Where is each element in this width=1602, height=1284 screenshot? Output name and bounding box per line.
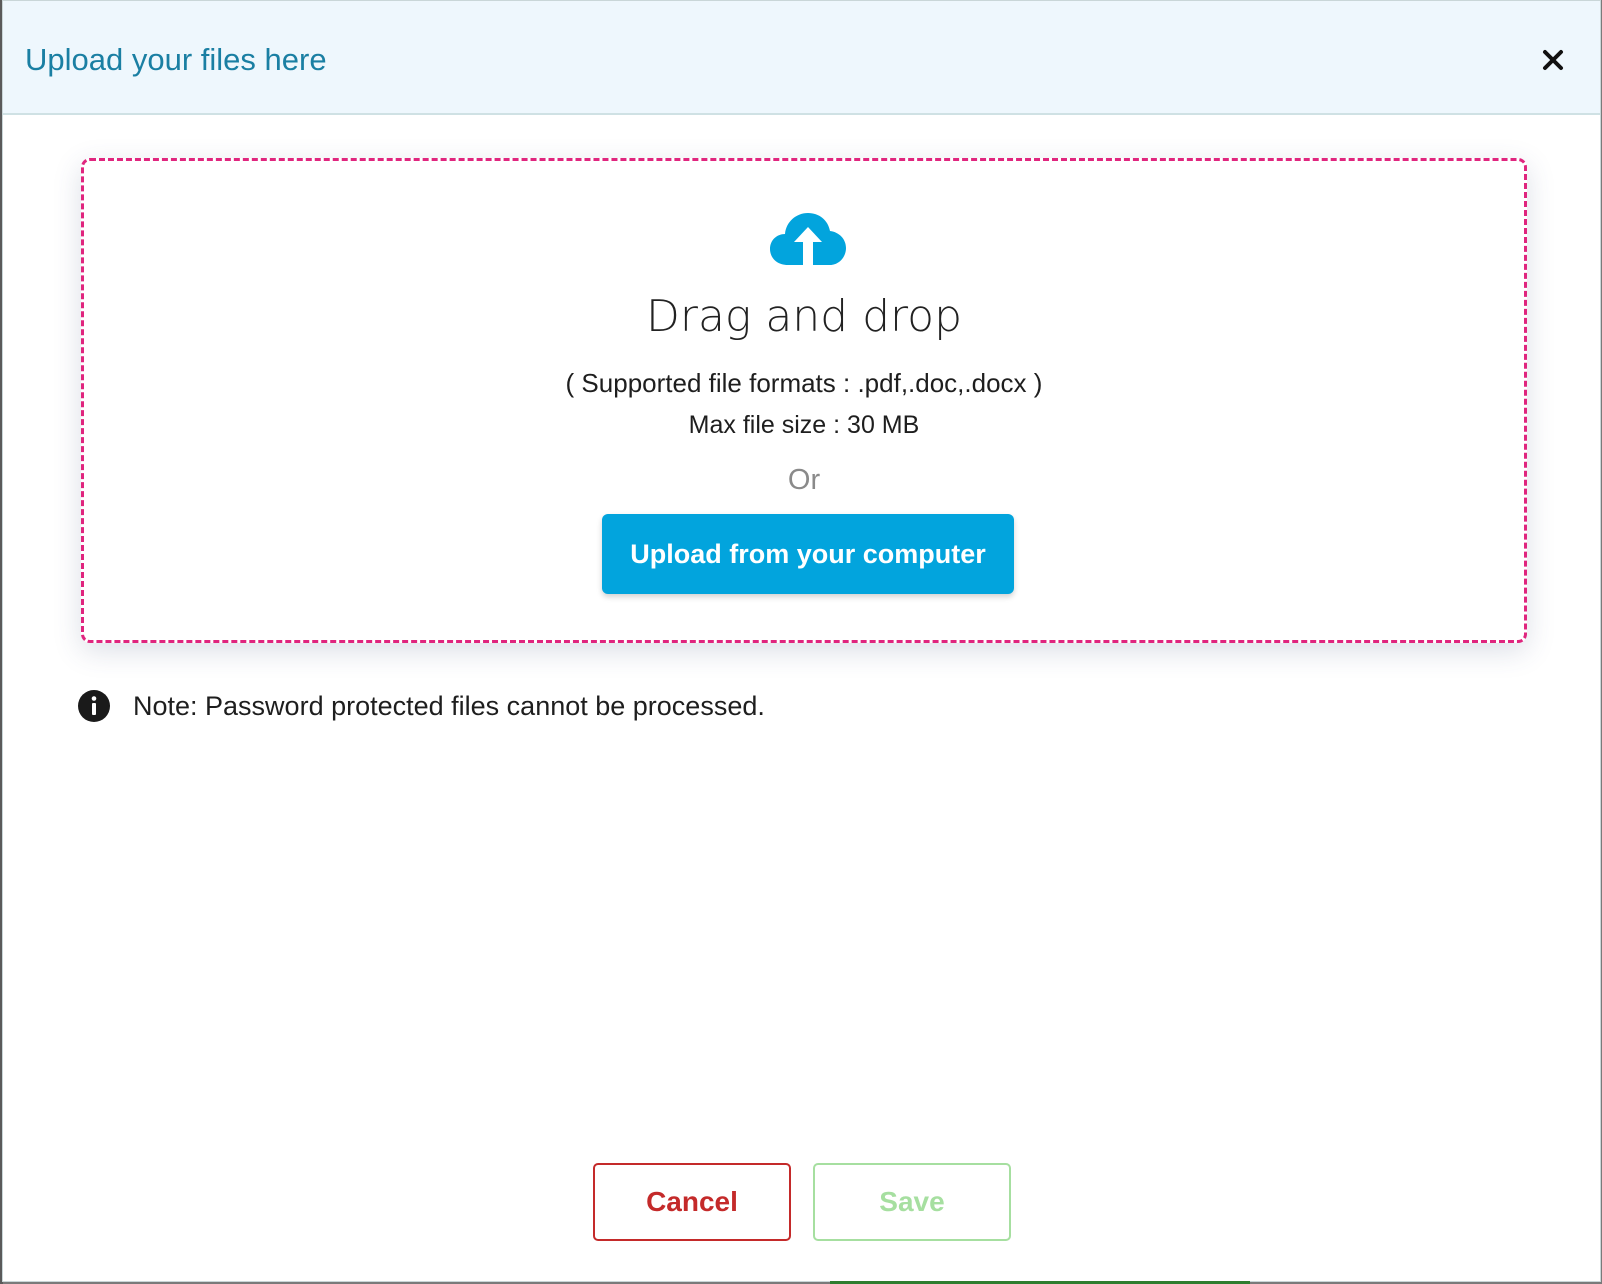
supported-formats-text: ( Supported file formats : .pdf,.doc,.do… bbox=[565, 368, 1043, 398]
max-file-size-text: Max file size : 30 MB bbox=[688, 411, 920, 439]
dialog-header: Upload your files here bbox=[3, 1, 1600, 115]
dropzone-title: Drag and drop bbox=[646, 291, 962, 342]
close-icon bbox=[1543, 50, 1563, 70]
password-note: Note: Password protected files cannot be… bbox=[77, 689, 765, 723]
close-button[interactable] bbox=[1536, 43, 1570, 77]
cancel-button[interactable]: Cancel bbox=[593, 1163, 791, 1241]
save-button[interactable]: Save bbox=[813, 1163, 1011, 1241]
upload-dialog: Upload your files here Drag and drop ( S… bbox=[2, 0, 1601, 1282]
file-dropzone[interactable]: Drag and drop ( Supported file formats :… bbox=[81, 158, 1527, 643]
info-icon bbox=[78, 690, 110, 722]
cloud-upload-icon bbox=[770, 213, 846, 265]
dialog-title: Upload your files here bbox=[25, 42, 327, 77]
upload-from-computer-button[interactable]: Upload from your computer bbox=[602, 514, 1014, 594]
or-separator: Or bbox=[787, 464, 821, 496]
note-text: Note: Password protected files cannot be… bbox=[133, 690, 765, 721]
page-backdrop: Upload your files here Drag and drop ( S… bbox=[0, 0, 1602, 1284]
